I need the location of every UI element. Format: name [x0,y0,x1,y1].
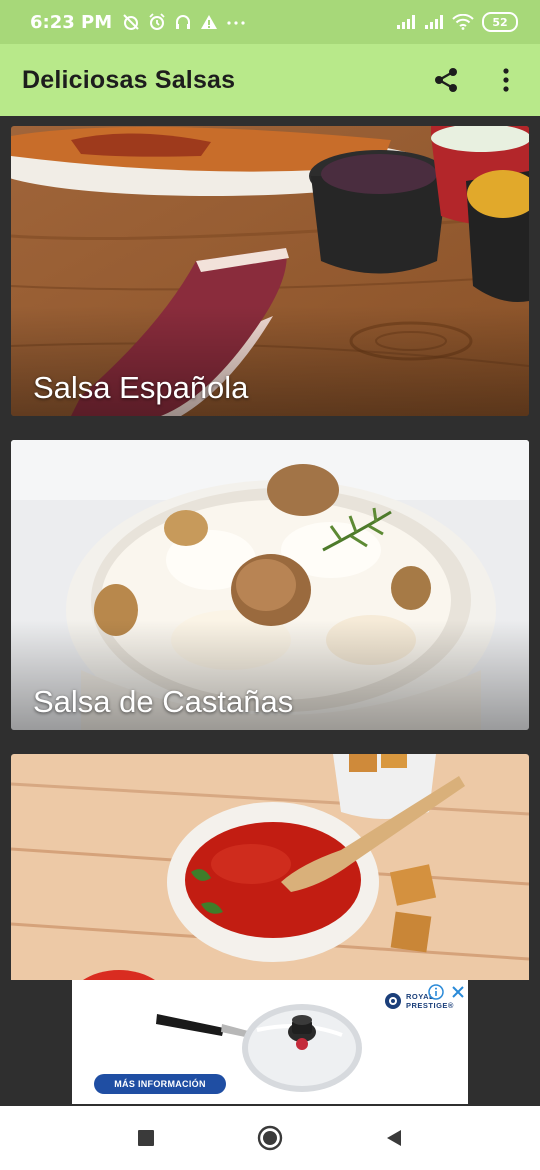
recipe-title: Salsa Española [33,370,249,405]
overflow-menu-icon [503,68,509,92]
wifi-icon [452,14,474,30]
status-notification-icons [122,13,246,31]
app-bar-actions [430,64,522,96]
ad-close-icon[interactable] [450,984,466,1000]
ad-brand-line2: PRESTIGE® [406,1001,454,1010]
recipe-card-tomato-sauce[interactable] [11,754,529,980]
ad-strip: MÁS INFORMACIÓN ROYAL PRESTIGE® [0,980,540,1106]
brand-logo-icon [385,993,401,1009]
recipe-card-salsa-de-castanas[interactable]: Salsa de Castañas [11,440,529,730]
ad-banner[interactable]: MÁS INFORMACIÓN ROYAL PRESTIGE® [72,980,468,1104]
status-system-icons: 52 [396,12,518,32]
recipe-card-salsa-espanola[interactable]: Salsa Española [11,126,529,416]
home-button[interactable] [248,1116,292,1160]
recents-square-icon [138,1130,154,1146]
battery-level: 52 [492,15,508,29]
app-bar: Deliciosas Salsas [0,44,540,116]
signal-icon [425,15,443,29]
status-time: 6:23 PM [30,11,113,33]
ad-cta-button[interactable]: MÁS INFORMACIÓN [94,1074,226,1094]
app-title: Deliciosas Salsas [22,65,236,94]
more-dots-icon [227,21,245,25]
home-circle-icon [257,1125,283,1151]
warning-icon [201,15,218,29]
recipe-image [11,754,529,980]
ad-info-icon[interactable] [428,984,444,1000]
status-bar: 6:23 PM 52 [0,0,540,44]
overflow-menu-button[interactable] [490,64,522,96]
back-button[interactable] [372,1116,416,1160]
headset-icon [176,15,191,29]
signal-icon [397,15,415,29]
share-icon [435,68,457,92]
back-triangle-icon [387,1130,401,1146]
system-nav-bar [0,1106,540,1170]
share-button[interactable] [430,64,462,96]
alarm-icon [149,13,165,30]
recipe-list[interactable]: Salsa Española Salsa de Castañas [0,116,540,980]
recipe-title: Salsa de Castañas [33,684,294,719]
recents-button[interactable] [124,1116,168,1160]
alarm-off-icon [123,14,139,30]
battery-icon: 52 [482,12,518,32]
